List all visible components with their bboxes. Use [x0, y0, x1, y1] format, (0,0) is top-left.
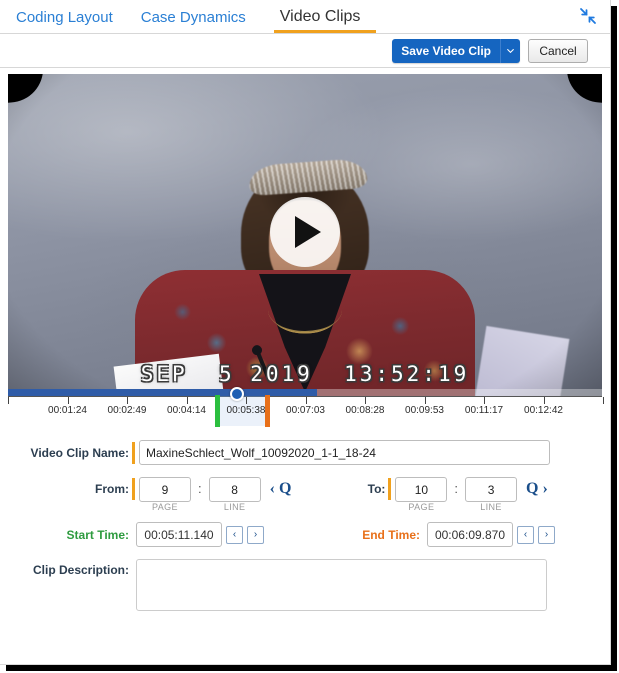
timeline-tick: [603, 397, 604, 404]
action-bar: Save Video Clip Cancel: [0, 34, 610, 68]
video-player[interactable]: SEP 5 2019 13:52:19: [8, 74, 602, 396]
clip-name-label: Video Clip Name:: [30, 445, 129, 460]
timeline-tick: [484, 397, 485, 404]
timeline-tick: [186, 397, 188, 404]
panel-card: Coding Layout Case Dynamics Video Clips …: [0, 0, 611, 665]
from-label: From:: [95, 482, 129, 496]
video-progress-fill: [8, 389, 317, 396]
timeline-tick: [246, 397, 247, 404]
tab-case-dynamics[interactable]: Case Dynamics: [141, 10, 260, 33]
to-quote-icon[interactable]: Q ›: [526, 477, 548, 498]
from-separator: :: [198, 481, 202, 496]
required-marker: [132, 441, 135, 464]
end-time-step-forward-button[interactable]: ›: [538, 525, 555, 544]
clip-description-label: Clip Description:: [32, 563, 129, 577]
clip-form: Video Clip Name: From: PAGE : LINE ‹ Q: [0, 430, 610, 611]
to-page-input[interactable]: [395, 477, 448, 502]
from-line-input[interactable]: [208, 477, 261, 502]
save-video-clip-split-button: Save Video Clip: [392, 38, 520, 63]
tab-coding-layout[interactable]: Coding Layout: [16, 10, 127, 33]
end-time-input[interactable]: [427, 522, 513, 547]
clip-name-row: Video Clip Name:: [14, 440, 596, 465]
play-icon[interactable]: [270, 197, 340, 267]
subject-necklace: [268, 288, 342, 332]
end-time-step-back-button[interactable]: ‹: [517, 525, 534, 544]
from-page-input[interactable]: [139, 477, 191, 502]
to-label: To:: [367, 482, 386, 496]
chevron-down-icon[interactable]: [500, 38, 520, 63]
timeline-tick: [305, 397, 307, 404]
timeline-tick-label: 00:07:03: [286, 405, 325, 416]
to-page-caption: PAGE: [408, 502, 435, 512]
clip-description-textarea[interactable]: [136, 559, 547, 611]
video-progress-bar[interactable]: [8, 389, 602, 396]
page-line-row: From: PAGE : LINE ‹ Q To: PAGE: [14, 477, 596, 512]
timeline-tick: [365, 397, 366, 404]
timeline-tick: [424, 397, 426, 404]
play-triangle: [295, 216, 321, 248]
timeline-tick-label: 00:05:38: [226, 405, 266, 416]
timeline-tick-label: 00:01:24: [48, 405, 87, 416]
start-time-step-forward-button[interactable]: ›: [247, 525, 264, 544]
timeline-tick-label: 00:08:28: [345, 405, 385, 416]
end-time-label: End Time:: [362, 527, 420, 542]
to-line-caption: LINE: [480, 502, 502, 512]
clip-name-input[interactable]: [139, 440, 550, 465]
collapse-arrows-icon[interactable]: [576, 4, 600, 28]
to-line-input[interactable]: [465, 477, 518, 502]
timeline-tick-label: 00:02:49: [107, 405, 147, 416]
start-time-input[interactable]: [136, 522, 222, 547]
required-marker-to: [388, 478, 392, 500]
timeline-tick: [543, 397, 545, 404]
video-clips-panel: Coding Layout Case Dynamics Video Clips …: [0, 0, 619, 673]
timeline-tick-label: 00:09:53: [405, 405, 444, 416]
required-marker-from: [132, 478, 135, 500]
start-time-label: Start Time:: [66, 527, 129, 542]
timeline-tick: [127, 397, 128, 404]
timeline-tick-label: 00:11:17: [464, 405, 504, 416]
background-paper: [474, 325, 570, 396]
timeline-tick: [8, 397, 9, 404]
cancel-button[interactable]: Cancel: [528, 38, 588, 63]
save-video-clip-button[interactable]: Save Video Clip: [392, 38, 500, 63]
clip-start-handle[interactable]: [215, 395, 221, 427]
timeline-tick: [67, 397, 69, 404]
from-quote-icon[interactable]: ‹ Q: [270, 477, 292, 498]
description-row: Clip Description:: [14, 559, 596, 611]
timeline-tick-label: 00:04:14: [167, 405, 206, 416]
time-row: Start Time: ‹ › End Time: ‹ ›: [14, 522, 596, 547]
tab-bar: Coding Layout Case Dynamics Video Clips: [0, 0, 610, 34]
clip-end-handle[interactable]: [264, 395, 270, 427]
timeline-ruler[interactable]: 00:01:24 00:02:49 00:04:14 00:05:38 00:07:03…: [8, 387, 604, 430]
from-page-caption: PAGE: [152, 502, 178, 512]
timeline-playhead[interactable]: [229, 387, 244, 401]
from-line-caption: LINE: [223, 502, 246, 512]
to-separator: :: [454, 481, 459, 496]
timeline-tick-label: 00:12:42: [524, 405, 563, 416]
tab-video-clips[interactable]: Video Clips: [273, 9, 377, 33]
start-time-step-back-button[interactable]: ‹: [226, 525, 243, 544]
